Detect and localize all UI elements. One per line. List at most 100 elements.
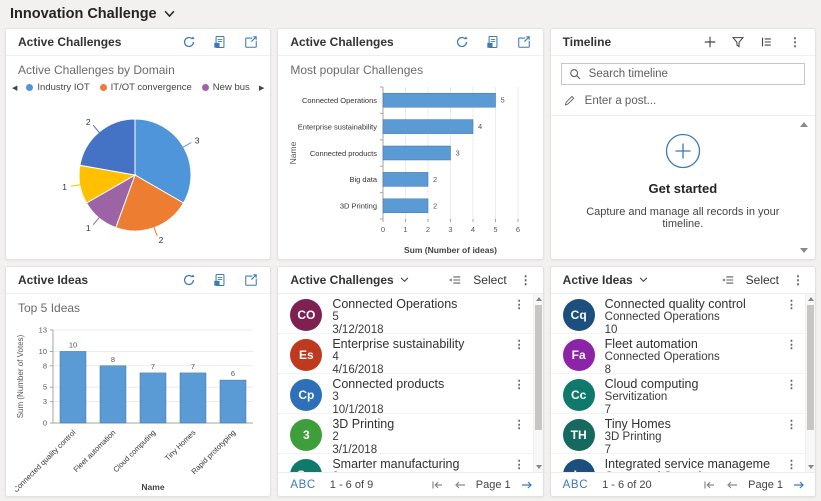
first-page-icon[interactable]	[430, 478, 444, 492]
row-more-icon[interactable]: ⋮	[508, 458, 531, 471]
pie-chart[interactable]: 3 2 1 1 2	[17, 95, 259, 255]
jump-bar-button[interactable]: ABC	[290, 479, 315, 491]
dashboard-grid: Active Challenges Active Challenges by D…	[5, 28, 816, 497]
select-button[interactable]: Select	[473, 273, 506, 287]
get-started-plus-icon[interactable]	[664, 132, 702, 170]
more-commands-icon[interactable]: ⋮	[518, 273, 534, 287]
row-more-icon[interactable]: ⋮	[508, 378, 531, 391]
list-title-dropdown[interactable]: Active Ideas	[563, 273, 648, 287]
previous-page-icon[interactable]	[453, 478, 467, 492]
scroll-up-icon[interactable]	[808, 297, 814, 301]
chevron-down-icon[interactable]	[164, 10, 175, 18]
next-page-icon[interactable]	[792, 478, 806, 492]
legend-item[interactable]: Industry IOT	[26, 82, 90, 93]
list-title-dropdown[interactable]: Active Challenges	[290, 273, 409, 287]
add-record-icon[interactable]	[703, 35, 717, 49]
record-range: 1 - 6 of 20	[602, 478, 652, 491]
item-date: 10/1/2018	[332, 403, 384, 416]
top-5-ideas-chart[interactable]: 0 3 5 8 10 13 10 Connected quality control 8 Flee…	[15, 317, 261, 493]
challenge-list-item[interactable]: CO Connected Operations 5 3/12/2018 ⋮	[278, 294, 533, 336]
item-title: Connected quality control	[604, 298, 746, 311]
avatar: Sm	[290, 459, 323, 472]
row-more-icon[interactable]: ⋮	[780, 458, 803, 471]
previous-page-icon[interactable]	[725, 478, 739, 492]
svg-text:10: 10	[69, 340, 77, 349]
view-records-icon[interactable]	[213, 273, 227, 287]
legend-next-icon[interactable]: ▶	[259, 84, 264, 92]
item-challenge: Connected Operations	[604, 351, 720, 363]
list-scrollbar[interactable]	[805, 294, 815, 472]
most-popular-challenges-chart[interactable]: 0 1 2 3 4 5 6 Connected Operations 5 Enterprise s…	[287, 79, 534, 257]
scrollbar-thumb[interactable]	[807, 305, 814, 430]
scroll-down-icon[interactable]	[800, 248, 808, 253]
post-input[interactable]: Enter a post...	[550, 85, 815, 116]
row-more-icon[interactable]: ⋮	[508, 298, 531, 311]
challenge-list-item[interactable]: Es Enterprise sustainability 4 4/16/2018…	[278, 334, 533, 376]
show-as-icon[interactable]	[721, 273, 735, 287]
item-title: Fleet automation	[604, 338, 698, 351]
row-more-icon[interactable]: ⋮	[780, 418, 803, 431]
expand-chart-icon[interactable]	[244, 35, 258, 49]
idea-list-item[interactable]: TH Tiny Homes 3D Printing 7 ⋮	[550, 414, 805, 456]
row-more-icon[interactable]: ⋮	[780, 298, 803, 311]
row-more-icon[interactable]: ⋮	[508, 418, 531, 431]
expand-entries-icon[interactable]	[759, 35, 773, 49]
record-range: 1 - 6 of 9	[329, 478, 374, 491]
refresh-icon[interactable]	[182, 35, 196, 49]
expand-chart-icon[interactable]	[517, 35, 531, 49]
svg-text:8: 8	[111, 355, 115, 364]
jump-bar-button[interactable]: ABC	[563, 479, 588, 491]
view-records-icon[interactable]	[486, 35, 500, 49]
challenge-list-item[interactable]: Sm Smarter manufacturing 2 ⋮	[278, 454, 532, 472]
item-challenge: Servitization	[604, 391, 668, 403]
legend-item[interactable]: New business models	[201, 82, 250, 93]
avatar: CO	[290, 299, 323, 331]
row-more-icon[interactable]: ⋮	[780, 338, 803, 351]
svg-text:5: 5	[500, 96, 504, 105]
item-title: Connected products	[332, 378, 445, 391]
challenge-list-item[interactable]: 3 3D Printing 2 3/1/2018 ⋮	[278, 414, 533, 456]
item-challenge: Connected Operations	[605, 471, 770, 472]
list-scrollbar[interactable]	[532, 294, 543, 472]
idea-list-item[interactable]: Cq Connected quality control Connected O…	[550, 294, 805, 336]
refresh-icon[interactable]	[182, 273, 196, 287]
row-more-icon[interactable]: ⋮	[780, 378, 803, 391]
svg-text:Connected Operations: Connected Operations	[302, 96, 377, 105]
panel-header: Active Challenges	[6, 29, 271, 56]
idea-list-item[interactable]: Fa Fleet automation Connected Operations…	[550, 334, 805, 376]
search-icon	[569, 69, 580, 80]
idea-list-item[interactable]: Is Integrated service management Connect…	[551, 454, 805, 472]
row-more-icon[interactable]: ⋮	[508, 338, 531, 351]
filter-icon[interactable]	[731, 35, 745, 49]
svg-text:13: 13	[39, 326, 47, 335]
select-button[interactable]: Select	[746, 273, 779, 287]
svg-text:2: 2	[86, 117, 91, 127]
item-title: Tiny Homes	[604, 418, 671, 431]
idea-list-item[interactable]: Cc Cloud computing Servitization 7 ⋮	[550, 374, 805, 416]
expand-chart-icon[interactable]	[244, 273, 258, 287]
more-commands-icon[interactable]: ⋮	[787, 35, 803, 49]
next-page-icon[interactable]	[520, 478, 534, 492]
svg-text:1: 1	[86, 223, 91, 233]
panel-header: Active Ideas	[6, 267, 271, 294]
first-page-icon[interactable]	[702, 478, 716, 492]
search-input[interactable]	[586, 67, 797, 81]
challenge-list-item[interactable]: Cp Connected products 3 10/1/2018 ⋮	[278, 374, 533, 416]
more-commands-icon[interactable]: ⋮	[790, 273, 806, 287]
panel-title: Timeline	[562, 35, 612, 49]
view-records-icon[interactable]	[213, 35, 227, 49]
scrollbar-thumb[interactable]	[534, 305, 542, 430]
svg-text:3: 3	[195, 136, 200, 146]
legend-item[interactable]: IT/OT convergence	[99, 82, 192, 93]
scroll-up-icon[interactable]	[800, 122, 808, 127]
legend-prev-icon[interactable]: ◀	[12, 84, 17, 92]
svg-text:1: 1	[62, 182, 67, 192]
svg-text:4: 4	[478, 122, 482, 131]
refresh-icon[interactable]	[455, 35, 469, 49]
show-as-icon[interactable]	[448, 273, 462, 287]
scroll-up-icon[interactable]	[535, 297, 542, 301]
svg-text:6: 6	[516, 225, 520, 234]
scroll-down-icon[interactable]	[535, 465, 542, 469]
page-title[interactable]: Innovation Challenge	[10, 6, 157, 22]
scroll-down-icon[interactable]	[808, 465, 814, 469]
